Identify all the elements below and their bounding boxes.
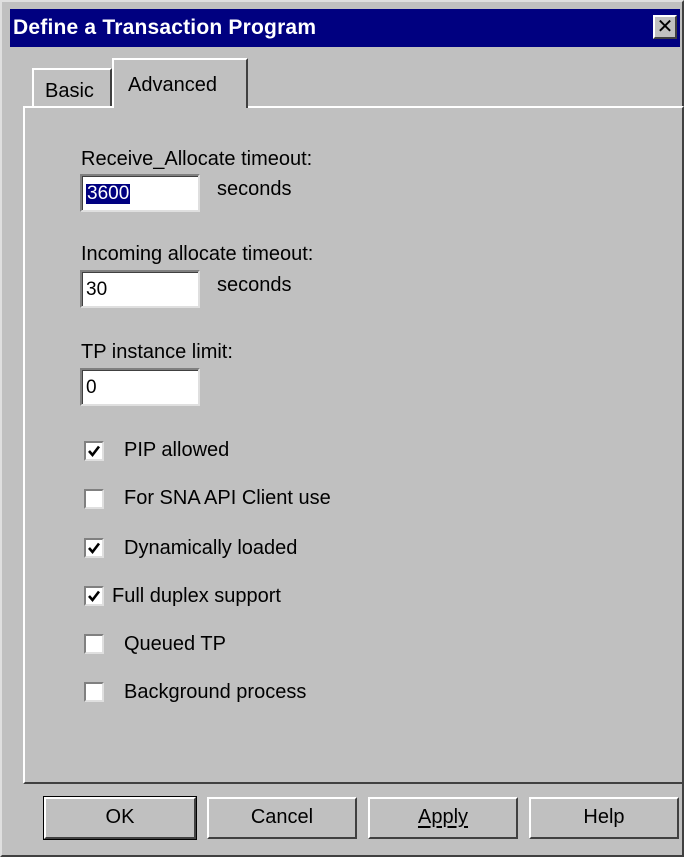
ok-button[interactable]: OK (43, 796, 197, 840)
tab-advanced-label: Advanced (128, 74, 217, 96)
close-button[interactable]: ✕ (653, 15, 677, 39)
help-button[interactable]: Help (529, 797, 679, 839)
cancel-button[interactable]: Cancel (207, 797, 357, 839)
advanced-panel (23, 106, 684, 784)
close-icon: ✕ (656, 14, 674, 38)
dialog-window: Define a Transaction Program ✕ Basic Adv… (0, 0, 684, 857)
window-title: Define a Transaction Program (13, 16, 317, 39)
tab-basic[interactable]: Basic (32, 68, 112, 106)
apply-button[interactable]: Apply (368, 797, 518, 839)
apply-label: Apply (417, 806, 469, 828)
title-bar: Define a Transaction Program ✕ (10, 9, 680, 47)
tab-advanced[interactable]: Advanced (112, 58, 248, 108)
tab-basic-label: Basic (45, 80, 94, 102)
